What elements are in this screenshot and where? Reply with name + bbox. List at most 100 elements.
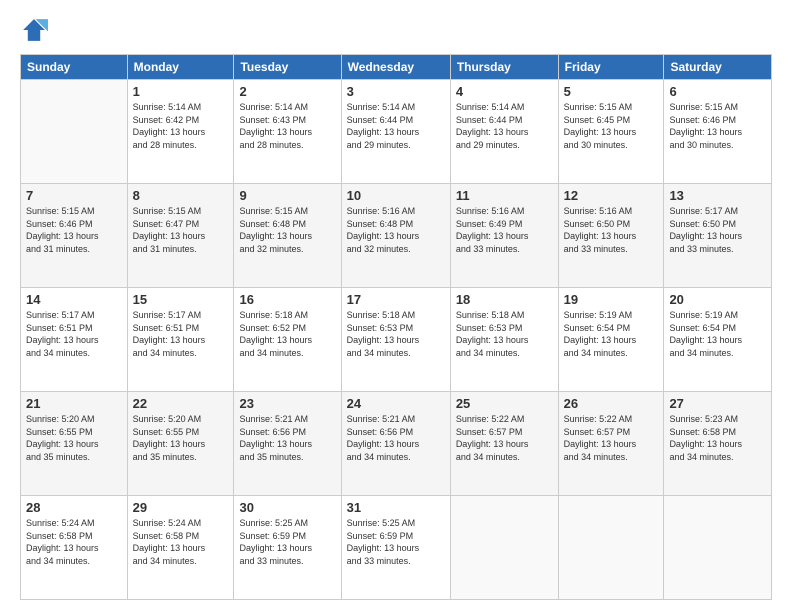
calendar-cell: 28 Sunrise: 5:24 AMSunset: 6:58 PMDayligh… <box>21 496 128 600</box>
day-number: 29 <box>133 500 229 515</box>
logo-icon <box>20 16 48 44</box>
day-info: Sunrise: 5:22 AMSunset: 6:57 PMDaylight:… <box>564 413 659 463</box>
calendar-cell: 7 Sunrise: 5:15 AMSunset: 6:46 PMDaylight… <box>21 184 128 288</box>
calendar-cell: 2 Sunrise: 5:14 AMSunset: 6:43 PMDaylight… <box>234 80 341 184</box>
day-info: Sunrise: 5:17 AMSunset: 6:50 PMDaylight:… <box>669 205 766 255</box>
calendar-cell: 23Sunrise: 5:21 AMSunset: 6:56 PMDayligh… <box>234 392 341 496</box>
calendar-cell <box>664 496 772 600</box>
calendar-cell <box>21 80 128 184</box>
day-number: 25 <box>456 396 553 411</box>
day-number: 21 <box>26 396 122 411</box>
day-number: 4 <box>456 84 553 99</box>
day-info: Sunrise: 5:15 AMSunset: 6:46 PMDaylight:… <box>26 205 122 255</box>
day-info: Sunrise: 5:14 AMSunset: 6:43 PMDaylight:… <box>239 101 335 151</box>
calendar-cell: 13 Sunrise: 5:17 AMSunset: 6:50 PMDayligh… <box>664 184 772 288</box>
calendar-week-row: 1 Sunrise: 5:14 AMSunset: 6:42 PMDaylight… <box>21 80 772 184</box>
calendar-cell: 31Sunrise: 5:25 AMSunset: 6:59 PMDayligh… <box>341 496 450 600</box>
day-number: 26 <box>564 396 659 411</box>
day-header-tuesday: Tuesday <box>234 55 341 80</box>
calendar-cell: 26 Sunrise: 5:22 AMSunset: 6:57 PMDayligh… <box>558 392 664 496</box>
day-info: Sunrise: 5:18 AMSunset: 6:52 PMDaylight:… <box>239 309 335 359</box>
calendar-cell: 12Sunrise: 5:16 AMSunset: 6:50 PMDayligh… <box>558 184 664 288</box>
calendar-cell: 8 Sunrise: 5:15 AMSunset: 6:47 PMDaylight… <box>127 184 234 288</box>
calendar-cell: 21Sunrise: 5:20 AMSunset: 6:55 PMDayligh… <box>21 392 128 496</box>
day-info: Sunrise: 5:19 AMSunset: 6:54 PMDaylight:… <box>564 309 659 359</box>
day-info: Sunrise: 5:18 AMSunset: 6:53 PMDaylight:… <box>456 309 553 359</box>
day-number: 27 <box>669 396 766 411</box>
day-number: 5 <box>564 84 659 99</box>
calendar-week-row: 7 Sunrise: 5:15 AMSunset: 6:46 PMDaylight… <box>21 184 772 288</box>
day-number: 9 <box>239 188 335 203</box>
day-number: 18 <box>456 292 553 307</box>
calendar-cell: 11 Sunrise: 5:16 AMSunset: 6:49 PMDayligh… <box>450 184 558 288</box>
day-number: 30 <box>239 500 335 515</box>
calendar-cell: 15 Sunrise: 5:17 AMSunset: 6:51 PMDayligh… <box>127 288 234 392</box>
calendar-cell: 17Sunrise: 5:18 AMSunset: 6:53 PMDayligh… <box>341 288 450 392</box>
calendar-cell: 24 Sunrise: 5:21 AMSunset: 6:56 PMDayligh… <box>341 392 450 496</box>
calendar-cell: 18 Sunrise: 5:18 AMSunset: 6:53 PMDayligh… <box>450 288 558 392</box>
day-number: 3 <box>347 84 445 99</box>
header <box>20 16 772 44</box>
day-info: Sunrise: 5:17 AMSunset: 6:51 PMDaylight:… <box>26 309 122 359</box>
day-number: 24 <box>347 396 445 411</box>
calendar-cell: 1 Sunrise: 5:14 AMSunset: 6:42 PMDaylight… <box>127 80 234 184</box>
day-number: 15 <box>133 292 229 307</box>
day-info: Sunrise: 5:24 AMSunset: 6:58 PMDaylight:… <box>26 517 122 567</box>
calendar-cell: 14 Sunrise: 5:17 AMSunset: 6:51 PMDayligh… <box>21 288 128 392</box>
calendar-cell: 27 Sunrise: 5:23 AMSunset: 6:58 PMDayligh… <box>664 392 772 496</box>
day-number: 6 <box>669 84 766 99</box>
day-info: Sunrise: 5:14 AMSunset: 6:44 PMDaylight:… <box>347 101 445 151</box>
day-number: 19 <box>564 292 659 307</box>
day-number: 31 <box>347 500 445 515</box>
calendar-cell <box>450 496 558 600</box>
calendar-week-row: 28 Sunrise: 5:24 AMSunset: 6:58 PMDayligh… <box>21 496 772 600</box>
calendar-page: SundayMondayTuesdayWednesdayThursdayFrid… <box>0 0 792 612</box>
day-info: Sunrise: 5:17 AMSunset: 6:51 PMDaylight:… <box>133 309 229 359</box>
day-info: Sunrise: 5:14 AMSunset: 6:42 PMDaylight:… <box>133 101 229 151</box>
calendar-cell: 5 Sunrise: 5:15 AMSunset: 6:45 PMDaylight… <box>558 80 664 184</box>
calendar-cell: 25 Sunrise: 5:22 AMSunset: 6:57 PMDayligh… <box>450 392 558 496</box>
calendar-cell: 19 Sunrise: 5:19 AMSunset: 6:54 PMDayligh… <box>558 288 664 392</box>
day-number: 22 <box>133 396 229 411</box>
day-number: 8 <box>133 188 229 203</box>
calendar-week-row: 14 Sunrise: 5:17 AMSunset: 6:51 PMDayligh… <box>21 288 772 392</box>
calendar-cell <box>558 496 664 600</box>
day-number: 1 <box>133 84 229 99</box>
day-info: Sunrise: 5:15 AMSunset: 6:47 PMDaylight:… <box>133 205 229 255</box>
day-number: 20 <box>669 292 766 307</box>
calendar-cell: 3 Sunrise: 5:14 AMSunset: 6:44 PMDaylight… <box>341 80 450 184</box>
day-info: Sunrise: 5:21 AMSunset: 6:56 PMDaylight:… <box>347 413 445 463</box>
day-header-wednesday: Wednesday <box>341 55 450 80</box>
calendar-cell: 20 Sunrise: 5:19 AMSunset: 6:54 PMDayligh… <box>664 288 772 392</box>
day-number: 10 <box>347 188 445 203</box>
day-header-thursday: Thursday <box>450 55 558 80</box>
calendar-cell: 16 Sunrise: 5:18 AMSunset: 6:52 PMDayligh… <box>234 288 341 392</box>
day-info: Sunrise: 5:16 AMSunset: 6:48 PMDaylight:… <box>347 205 445 255</box>
day-info: Sunrise: 5:23 AMSunset: 6:58 PMDaylight:… <box>669 413 766 463</box>
day-number: 12 <box>564 188 659 203</box>
day-info: Sunrise: 5:15 AMSunset: 6:45 PMDaylight:… <box>564 101 659 151</box>
day-number: 2 <box>239 84 335 99</box>
day-info: Sunrise: 5:22 AMSunset: 6:57 PMDaylight:… <box>456 413 553 463</box>
day-info: Sunrise: 5:16 AMSunset: 6:49 PMDaylight:… <box>456 205 553 255</box>
day-info: Sunrise: 5:25 AMSunset: 6:59 PMDaylight:… <box>239 517 335 567</box>
day-info: Sunrise: 5:21 AMSunset: 6:56 PMDaylight:… <box>239 413 335 463</box>
day-number: 13 <box>669 188 766 203</box>
day-header-sunday: Sunday <box>21 55 128 80</box>
day-number: 11 <box>456 188 553 203</box>
day-number: 17 <box>347 292 445 307</box>
calendar-cell: 9 Sunrise: 5:15 AMSunset: 6:48 PMDaylight… <box>234 184 341 288</box>
day-info: Sunrise: 5:19 AMSunset: 6:54 PMDaylight:… <box>669 309 766 359</box>
calendar-table: SundayMondayTuesdayWednesdayThursdayFrid… <box>20 54 772 600</box>
day-info: Sunrise: 5:24 AMSunset: 6:58 PMDaylight:… <box>133 517 229 567</box>
day-number: 7 <box>26 188 122 203</box>
calendar-cell: 6Sunrise: 5:15 AMSunset: 6:46 PMDaylight… <box>664 80 772 184</box>
day-info: Sunrise: 5:15 AMSunset: 6:48 PMDaylight:… <box>239 205 335 255</box>
day-number: 16 <box>239 292 335 307</box>
day-number: 28 <box>26 500 122 515</box>
day-header-friday: Friday <box>558 55 664 80</box>
day-number: 14 <box>26 292 122 307</box>
calendar-cell: 29 Sunrise: 5:24 AMSunset: 6:58 PMDayligh… <box>127 496 234 600</box>
calendar-cell: 10 Sunrise: 5:16 AMSunset: 6:48 PMDayligh… <box>341 184 450 288</box>
calendar-week-row: 21Sunrise: 5:20 AMSunset: 6:55 PMDayligh… <box>21 392 772 496</box>
